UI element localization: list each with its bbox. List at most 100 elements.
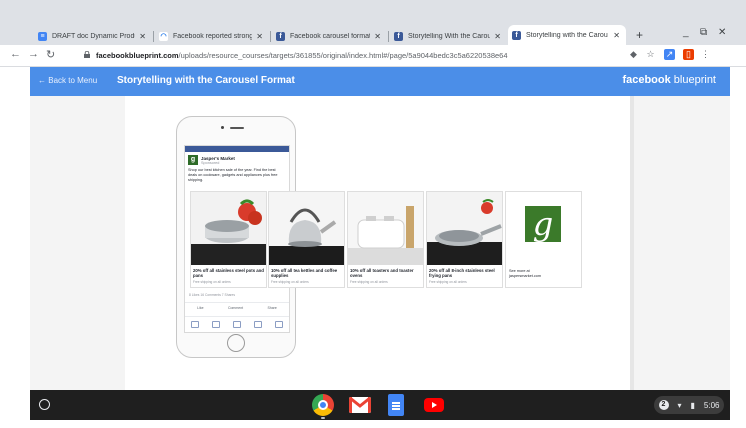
youtube-icon[interactable]	[424, 398, 444, 412]
docs-icon: ≡	[38, 31, 47, 41]
see-more-text: See more at jaspersmarket.com	[509, 269, 541, 279]
chrome-icon[interactable]	[312, 394, 334, 416]
home-button	[227, 334, 245, 352]
page-avatar: g	[188, 155, 198, 165]
carousel-card-3: 10% off all toasters and toaster ovens F…	[347, 191, 424, 288]
tab-divider	[153, 31, 154, 42]
tab-title: DRAFT doc Dynamic Produ	[52, 32, 136, 40]
tab-title: Storytelling With the Carou	[408, 32, 491, 40]
card-subtitle: Free shipping on all orders	[350, 280, 388, 284]
lock-icon[interactable]	[84, 51, 90, 58]
address-bar[interactable]: facebookblueprint.com/uploads/resource_c…	[96, 51, 508, 60]
close-window-icon[interactable]: ✕	[718, 27, 726, 38]
clock: 5:06	[703, 400, 720, 410]
jaspers-market-logo: g	[525, 206, 561, 242]
url-host: facebookblueprint.com	[96, 51, 179, 60]
engagement-stats: 8 Likes 16 Comments 7 Shares	[189, 293, 235, 297]
url-path: /uploads/resource_courses/targets/361855…	[178, 51, 508, 60]
close-icon[interactable]: ✕	[494, 32, 501, 41]
star-icon[interactable]: ☆	[645, 49, 656, 60]
card-title: 10% off all tea kettles and coffee suppl…	[271, 268, 338, 278]
card-subtitle: Free shipping on all orders	[193, 280, 231, 284]
facebook-icon: f	[276, 31, 285, 41]
left-arrow-icon: ←	[38, 76, 46, 85]
news-feed-icon	[191, 320, 200, 328]
tab-title: Facebook reported strong r	[173, 32, 253, 40]
facebook-icon: f	[394, 31, 403, 41]
restore-icon[interactable]: ⧉	[700, 27, 707, 38]
course-header: ← Back to Menu Storytelling with the Car…	[30, 67, 730, 96]
close-icon[interactable]: ✕	[613, 31, 620, 40]
frying-pan-image	[427, 192, 502, 265]
page-title: Storytelling with the Carousel Format	[117, 75, 295, 86]
facebook-blueprint-logo: facebook blueprint	[622, 74, 716, 86]
post-actions: Like Comment Share	[185, 302, 289, 312]
wifi-icon: ◠	[159, 31, 168, 41]
sponsored-label: Sponsored	[201, 160, 220, 165]
marketplace-icon	[232, 320, 241, 328]
page-margin-right	[730, 96, 746, 390]
facebook-icon: f	[512, 30, 521, 40]
close-icon[interactable]: ✕	[256, 32, 263, 41]
gmail-icon[interactable]	[349, 397, 371, 413]
docs-icon[interactable]	[388, 394, 404, 416]
running-indicator	[321, 417, 325, 419]
menu-icon	[274, 320, 283, 328]
browser-tab-1[interactable]: ≡ DRAFT doc Dynamic Produ ✕	[34, 27, 152, 45]
kettle-image	[269, 192, 344, 265]
menu-kebab-icon[interactable]: ⋮	[700, 49, 711, 60]
forward-arrow-icon[interactable]: →	[28, 48, 39, 60]
card-subtitle: Free shipping on all orders	[429, 280, 467, 284]
reload-icon[interactable]: ↻	[46, 48, 55, 61]
facebook-bottom-nav	[185, 316, 289, 331]
new-tab-button[interactable]: +	[636, 28, 643, 42]
browser-toolbar: ← → ↻ facebookblueprint.com/uploads/reso…	[0, 45, 746, 67]
speaker-icon	[230, 127, 244, 129]
browser-tab-4[interactable]: f Storytelling With the Carou ✕	[390, 27, 507, 45]
tab-strip: ≡ DRAFT doc Dynamic Produ ✕ ◠ Facebook r…	[0, 0, 746, 45]
notification-badge: 2	[658, 400, 669, 410]
browser-tab-2[interactable]: ◠ Facebook reported strong r ✕	[155, 27, 269, 45]
see-more-url: jaspersmarket.com	[509, 274, 542, 278]
page-margin-left	[0, 96, 30, 390]
content-gutter-right	[634, 96, 730, 390]
office-icon[interactable]: ▯	[683, 49, 694, 60]
card-title: 20% off all 8-inch stainless steel fryin…	[429, 268, 495, 278]
facebook-post: g Jasper's Market Sponsored Shop our bes…	[185, 152, 289, 183]
pots-image	[191, 192, 266, 265]
os-shelf: 2 ▾ ▮ 5:06	[30, 390, 730, 420]
back-to-menu-link[interactable]: ← Back to Menu	[38, 76, 97, 85]
launcher-icon[interactable]	[39, 399, 50, 410]
tab-title: Facebook carousel format:	[290, 32, 371, 40]
share-button: Share	[267, 305, 277, 310]
screen-bottom-edge	[0, 420, 746, 428]
card-subtitle: Free shipping on all orders	[271, 280, 309, 284]
page-name: Jasper's Market	[201, 155, 235, 161]
globe-icon	[253, 320, 262, 328]
carousel-card-1: 20% off all stainless steel pots and pan…	[190, 191, 267, 288]
status-tray[interactable]: 2 ▾ ▮ 5:06	[654, 396, 724, 414]
carousel-see-more-card: g See more at jaspersmarket.com	[505, 191, 582, 288]
extension-icon[interactable]: ◆	[628, 49, 639, 60]
close-icon[interactable]: ✕	[374, 32, 381, 41]
close-icon[interactable]: ✕	[139, 32, 146, 41]
tab-divider	[270, 31, 271, 42]
minimize-icon[interactable]: _	[683, 27, 689, 38]
brand-light: blueprint	[673, 74, 716, 86]
friends-icon	[212, 320, 221, 328]
extension-blue-icon[interactable]: ↗	[664, 49, 675, 60]
carousel-card-4: 20% off all 8-inch stainless steel fryin…	[426, 191, 503, 288]
wifi-icon: ▾	[677, 400, 682, 410]
back-arrow-icon[interactable]: ←	[10, 48, 21, 60]
browser-tab-3[interactable]: f Facebook carousel format: ✕	[272, 27, 387, 45]
like-button: Like	[197, 305, 204, 310]
card-title: 20% off all stainless steel pots and pan…	[193, 268, 264, 278]
tab-divider	[388, 31, 389, 42]
brand-bold: facebook	[622, 74, 671, 86]
content-gutter-left	[30, 96, 125, 390]
card-title: 10% off all toasters and toaster ovens	[350, 268, 414, 278]
battery-icon: ▮	[690, 400, 695, 410]
tab-title: Storytelling with the Carou	[526, 31, 608, 39]
camera-icon	[221, 126, 224, 129]
browser-tab-active[interactable]: f Storytelling with the Carou ✕	[508, 25, 626, 45]
